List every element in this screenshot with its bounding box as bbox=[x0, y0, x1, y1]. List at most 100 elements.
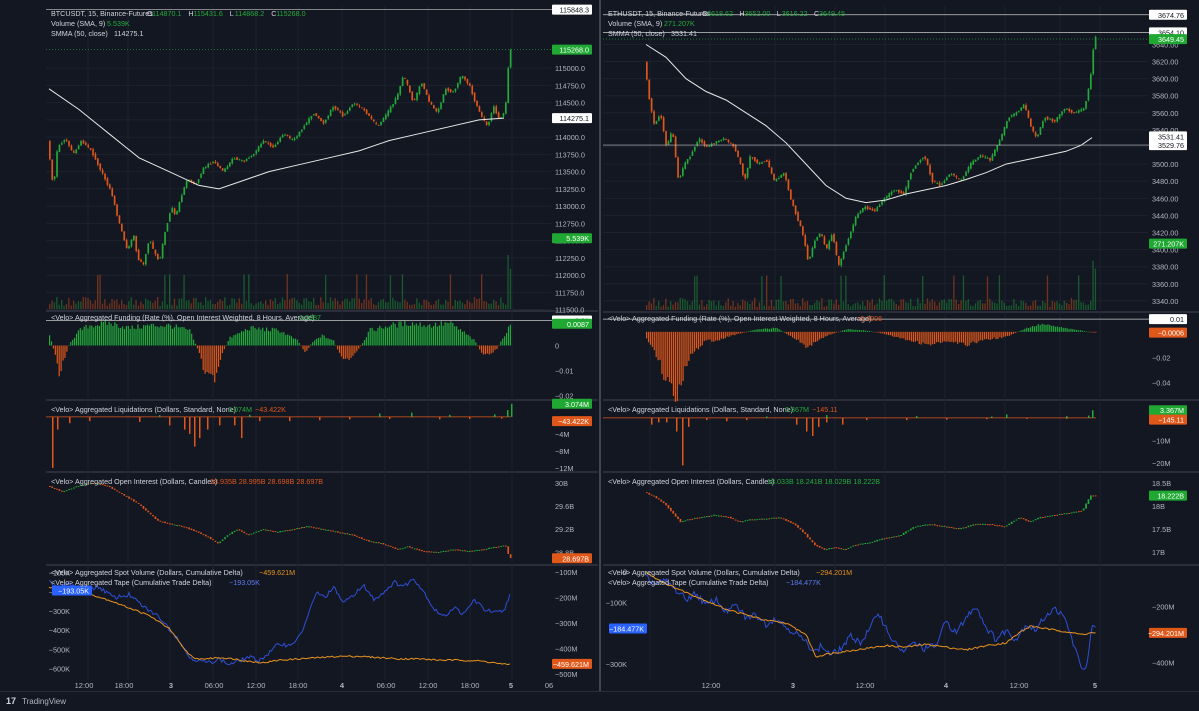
volume-bar bbox=[73, 300, 75, 309]
oi-candle bbox=[648, 492, 651, 495]
oi-candle bbox=[389, 545, 392, 547]
candle-body bbox=[1051, 118, 1054, 122]
volume-bar bbox=[490, 303, 492, 309]
volume-bar bbox=[313, 297, 315, 309]
oi-candle bbox=[751, 519, 754, 521]
volume-bar bbox=[382, 298, 384, 309]
price-tick-label: 113000.0 bbox=[555, 202, 585, 211]
oi-candle bbox=[382, 542, 385, 545]
liq-label: −145.11 bbox=[1158, 416, 1184, 425]
funding-bar bbox=[1003, 331, 1005, 337]
candle-body bbox=[344, 114, 346, 116]
funding-bar bbox=[404, 320, 406, 346]
tradingview-brand[interactable]: TradingView bbox=[22, 697, 66, 706]
funding-bar bbox=[832, 331, 834, 334]
funding-bar bbox=[937, 331, 940, 342]
funding-bar bbox=[1016, 331, 1018, 333]
oi-candle bbox=[744, 520, 747, 522]
tradingview-logo-icon[interactable]: 17 bbox=[6, 696, 16, 706]
volume-bar bbox=[442, 304, 444, 309]
oi-candle bbox=[874, 540, 876, 542]
candle-body bbox=[1025, 105, 1027, 111]
oi-tick-label: 17B bbox=[1152, 548, 1165, 557]
volume-bar bbox=[763, 305, 765, 310]
funding-bar bbox=[229, 336, 231, 346]
funding-bar bbox=[256, 329, 258, 346]
funding-bar bbox=[768, 328, 771, 332]
candle-body bbox=[830, 235, 833, 242]
volume-bar bbox=[466, 299, 468, 309]
candle-body bbox=[140, 259, 142, 262]
funding-bar bbox=[265, 327, 268, 346]
funding-bar bbox=[730, 331, 732, 336]
price-tick-label: 3340.00 bbox=[1152, 297, 1178, 306]
candle-body bbox=[1032, 126, 1035, 132]
funding-bar bbox=[1020, 330, 1022, 332]
oi-candle bbox=[197, 531, 200, 533]
candle-body bbox=[171, 208, 174, 213]
volume-bar bbox=[373, 304, 375, 309]
candle-body bbox=[751, 157, 754, 159]
candle-body bbox=[495, 106, 498, 114]
liq-long-bar bbox=[411, 412, 413, 417]
volume-bar bbox=[497, 305, 500, 309]
tape-legend: <Velo> Aggregated Tape (Cumulative Trade… bbox=[51, 578, 212, 587]
candle-body bbox=[910, 172, 912, 179]
oi-candle bbox=[924, 524, 927, 526]
oi-candle bbox=[775, 517, 778, 519]
candle-body bbox=[421, 83, 423, 87]
oi-candle bbox=[349, 534, 351, 536]
volume-bar bbox=[401, 274, 404, 309]
oi-candle bbox=[773, 517, 775, 519]
funding-bar bbox=[287, 334, 289, 346]
volume-bar bbox=[190, 303, 192, 309]
liq-short-bar bbox=[207, 416, 209, 430]
oi-candle bbox=[485, 548, 488, 550]
candle-body bbox=[416, 92, 418, 101]
oi-candle bbox=[442, 550, 445, 552]
oi-candle bbox=[452, 549, 454, 551]
volume-bar bbox=[967, 299, 969, 310]
oi-candle bbox=[63, 491, 66, 493]
funding-bar bbox=[968, 331, 970, 346]
volume-bar bbox=[737, 302, 739, 310]
funding-bar bbox=[886, 331, 888, 335]
funding-bar bbox=[306, 345, 308, 351]
candle-body bbox=[243, 160, 246, 162]
oi-candle bbox=[317, 527, 320, 529]
oi-candle bbox=[989, 524, 991, 526]
funding-bar bbox=[909, 331, 911, 341]
candle-body bbox=[672, 134, 675, 137]
candle-body bbox=[991, 154, 994, 161]
volume-bar bbox=[806, 300, 809, 310]
candle-body bbox=[327, 115, 330, 119]
funding-bar bbox=[941, 331, 943, 343]
liq-short-bar bbox=[234, 416, 236, 426]
volume-bar bbox=[113, 300, 116, 309]
funding-legend: <Velo> Aggregated Funding (Rate (%), Ope… bbox=[51, 313, 314, 322]
candle-body bbox=[1001, 133, 1003, 141]
candle-body bbox=[284, 134, 286, 136]
oi-candle bbox=[212, 539, 214, 541]
volume-bar bbox=[1006, 305, 1008, 310]
volume-bar bbox=[802, 298, 804, 310]
funding-bar bbox=[239, 333, 241, 346]
volume-bar bbox=[416, 298, 418, 309]
liq-short-bar bbox=[259, 416, 261, 422]
funding-bar bbox=[985, 331, 988, 340]
price-tick-label: 3420.00 bbox=[1152, 229, 1178, 238]
funding-bar bbox=[139, 328, 141, 346]
volume-bar bbox=[972, 306, 974, 310]
spot-tick-label: −300M bbox=[555, 619, 578, 628]
candle-body bbox=[950, 173, 953, 175]
funding-bar bbox=[818, 331, 820, 340]
candle-body bbox=[797, 212, 799, 221]
funding-bar bbox=[974, 331, 976, 343]
candle-body bbox=[65, 139, 68, 141]
liq-short-bar bbox=[189, 416, 191, 434]
liq-long-bar bbox=[159, 415, 161, 417]
volume-bar bbox=[845, 275, 847, 310]
funding-bar bbox=[241, 331, 243, 346]
oi-candle bbox=[1090, 495, 1092, 500]
candle-body bbox=[464, 76, 466, 80]
